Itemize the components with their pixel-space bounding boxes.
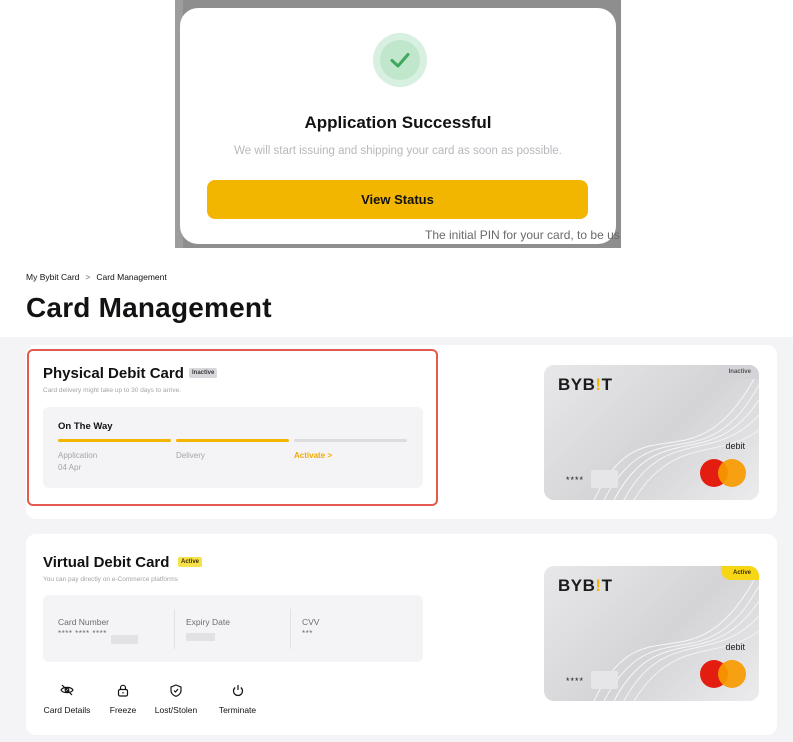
background-text: The initial PIN for your card, to be us — [425, 228, 620, 242]
view-status-button[interactable]: View Status — [207, 180, 588, 219]
card-status-tag: Active — [720, 566, 759, 580]
cvv-label: CVV — [302, 617, 320, 627]
debit-label: debit — [725, 642, 745, 652]
physical-card-image: BYB!T Inactive debit **** — [544, 365, 759, 500]
modal-subtitle: We will start issuing and shipping your … — [234, 145, 562, 157]
virtual-card-section: Virtual Debit Card Active You can pay di… — [26, 534, 777, 735]
success-modal: Application Successful We will start iss… — [180, 8, 616, 244]
page-title: Card Management — [26, 292, 272, 323]
freeze-label: Freeze — [109, 705, 137, 715]
cvv-value: *** — [302, 629, 313, 638]
card-details-box: Card Number **** **** **** Expiry Date C… — [43, 595, 423, 662]
card-number-redacted — [591, 470, 618, 488]
card-details-action[interactable]: Card Details — [43, 680, 91, 715]
breadcrumb: My Bybit Card > Card Management — [26, 272, 167, 282]
card-number-redacted — [111, 635, 138, 644]
debit-label: debit — [725, 441, 745, 451]
card-number-label: Card Number — [58, 617, 110, 627]
freeze-action[interactable]: Freeze — [106, 680, 140, 715]
card-details-label: Card Details — [43, 705, 91, 715]
virtual-card-subtitle: You can pay directly on e-Commerce platf… — [43, 576, 178, 583]
highlight-outline — [27, 349, 438, 506]
modal-title: Application Successful — [304, 113, 492, 132]
card-number-redacted — [591, 671, 618, 689]
card-status-tag: Inactive — [716, 365, 759, 379]
divider — [290, 609, 291, 649]
expiry-date-redacted — [186, 633, 215, 641]
virtual-card-title: Virtual Debit Card — [43, 554, 170, 571]
card-number-value: **** **** **** — [58, 629, 107, 638]
power-icon — [228, 680, 248, 700]
eye-off-icon — [57, 680, 77, 700]
breadcrumb-current: Card Management — [96, 272, 167, 282]
breadcrumb-parent[interactable]: My Bybit Card — [26, 272, 79, 282]
success-modal-overlay: Application Successful We will start iss… — [175, 0, 621, 248]
shield-icon — [166, 680, 186, 700]
card-number-masked: **** — [566, 475, 585, 485]
divider — [174, 609, 175, 649]
lost-stolen-action[interactable]: Lost/Stolen — [151, 680, 201, 715]
terminate-label: Terminate — [218, 705, 257, 715]
terminate-action[interactable]: Terminate — [215, 680, 260, 715]
virtual-card-image: BYB!T Active debit **** — [544, 566, 759, 701]
card-number-masked: **** — [566, 676, 585, 686]
bybit-logo: BYB!T — [558, 576, 613, 595]
bybit-logo: BYB!T — [558, 375, 613, 394]
mastercard-icon — [700, 459, 746, 487]
lock-icon — [113, 680, 133, 700]
success-check-icon — [373, 33, 427, 87]
mastercard-icon — [700, 660, 746, 688]
expiry-date-label: Expiry Date — [186, 617, 230, 627]
status-badge: Active — [178, 557, 203, 567]
lost-stolen-label: Lost/Stolen — [154, 705, 198, 715]
breadcrumb-separator: > — [85, 272, 91, 282]
